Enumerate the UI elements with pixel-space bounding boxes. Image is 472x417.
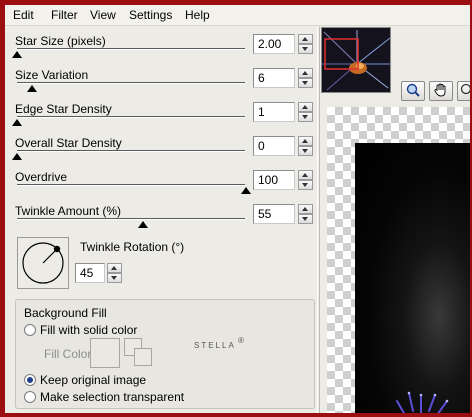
edge-star-density-spinner [298,102,313,122]
make-selection-transparent-option[interactable]: Make selection transparent [24,390,184,404]
thumbnail-image [322,28,390,92]
star-size-up-button[interactable] [298,34,313,44]
overall-star-density-label: Overall Star Density [15,136,122,150]
twinkle-amount-slider-track[interactable] [17,218,245,220]
hand-icon [433,83,449,101]
fill-solid-color-radio[interactable] [24,324,36,336]
overdrive-input[interactable]: 100 [253,170,295,190]
overdrive-slider-track[interactable] [17,184,245,186]
zoom-pan-tool-button[interactable] [401,81,425,101]
size-variation-slider-track[interactable] [17,82,245,84]
twinkle-rotation-up-button[interactable] [107,263,122,273]
zoom-icon [458,83,470,101]
fill-color-swatch-back[interactable] [134,348,152,366]
edge-star-density-input[interactable]: 1 [253,102,295,122]
menu-filter[interactable]: Filter [51,8,78,22]
menu-bar: Edit Filter View Settings Help [5,5,470,26]
twinkle-amount-spinner [298,204,313,224]
overdrive-down-button[interactable] [298,180,313,190]
twinkle-amount-down-button[interactable] [298,214,313,224]
overall-star-density-input[interactable]: 0 [253,136,295,156]
overall-star-density-slider-track[interactable] [17,150,245,152]
preview-star-streaks [396,391,449,413]
twinkle-amount-up-button[interactable] [298,204,313,214]
fill-color-swatch[interactable] [90,338,120,368]
twinkle-amount-input[interactable]: 55 [253,204,295,224]
rotation-dial-graphic [22,242,64,284]
overall-star-density-slider-thumb[interactable] [12,153,22,160]
size-variation-spinner [298,68,313,88]
star-size-slider-track[interactable] [17,48,245,50]
preview-image [355,143,470,413]
size-variation-slider-thumb[interactable] [27,85,37,92]
overdrive-up-button[interactable] [298,170,313,180]
twinkle-rotation-label: Twinkle Rotation (°) [80,240,185,254]
star-size-slider-thumb[interactable] [12,51,22,58]
overall-star-density-spinner [298,136,313,156]
size-variation-up-button[interactable] [298,68,313,78]
menu-edit[interactable]: Edit [13,8,34,22]
overdrive-spinner [298,170,313,190]
preview-canvas[interactable] [327,107,470,413]
star-size-label: Star Size (pixels) [15,34,106,48]
registered-mark-icon: ® [238,336,244,345]
panel-divider [317,27,320,413]
rotation-dial-handle[interactable] [53,245,61,253]
fill-solid-color-label: Fill with solid color [40,323,138,337]
star-size-spinner [298,34,313,54]
stella-brand-logo: STELLA [194,341,236,350]
overall-star-density-down-button[interactable] [298,146,313,156]
menu-settings[interactable]: Settings [129,8,172,22]
make-selection-transparent-label: Make selection transparent [40,390,185,404]
overdrive-slider-thumb[interactable] [241,187,251,194]
size-variation-down-button[interactable] [298,78,313,88]
make-selection-transparent-radio[interactable] [24,391,36,403]
filter-dialog-window: Edit Filter View Settings Help Star Size… [5,5,470,413]
overdrive-label: Overdrive [15,170,68,184]
fill-color-label: Fill Color [44,347,92,361]
keep-original-image-radio[interactable] [24,374,36,386]
zoom-pan-icon [405,83,421,101]
size-variation-input[interactable]: 6 [253,68,295,88]
star-size-input[interactable]: 2.00 [253,34,295,54]
menu-view[interactable]: View [90,8,116,22]
fill-solid-color-option[interactable]: Fill with solid color [24,323,137,337]
star-size-down-button[interactable] [298,44,313,54]
overall-star-density-up-button[interactable] [298,136,313,146]
edge-star-density-up-button[interactable] [298,102,313,112]
hand-tool-button[interactable] [429,81,453,101]
edge-star-density-label: Edge Star Density [15,102,112,116]
edge-star-density-down-button[interactable] [298,112,313,122]
twinkle-rotation-input[interactable]: 45 [75,263,105,283]
twinkle-rotation-dial[interactable] [17,237,69,289]
twinkle-rotation-down-button[interactable] [107,273,122,283]
twinkle-rotation-spinner [107,263,122,283]
edge-star-density-slider-track[interactable] [17,116,245,118]
zoom-tool-button[interactable] [457,81,470,101]
keep-original-image-option[interactable]: Keep original image [24,373,146,387]
background-fill-group: Background Fill Fill with solid color Fi… [15,299,315,409]
background-fill-title: Background Fill [24,306,107,320]
twinkle-amount-label: Twinkle Amount (%) [15,204,122,218]
menu-help[interactable]: Help [185,8,210,22]
twinkle-amount-slider-thumb[interactable] [138,221,148,228]
edge-star-density-slider-thumb[interactable] [12,119,22,126]
size-variation-label: Size Variation [15,68,89,82]
keep-original-image-label: Keep original image [40,373,147,387]
navigator-thumbnail[interactable] [321,27,391,93]
